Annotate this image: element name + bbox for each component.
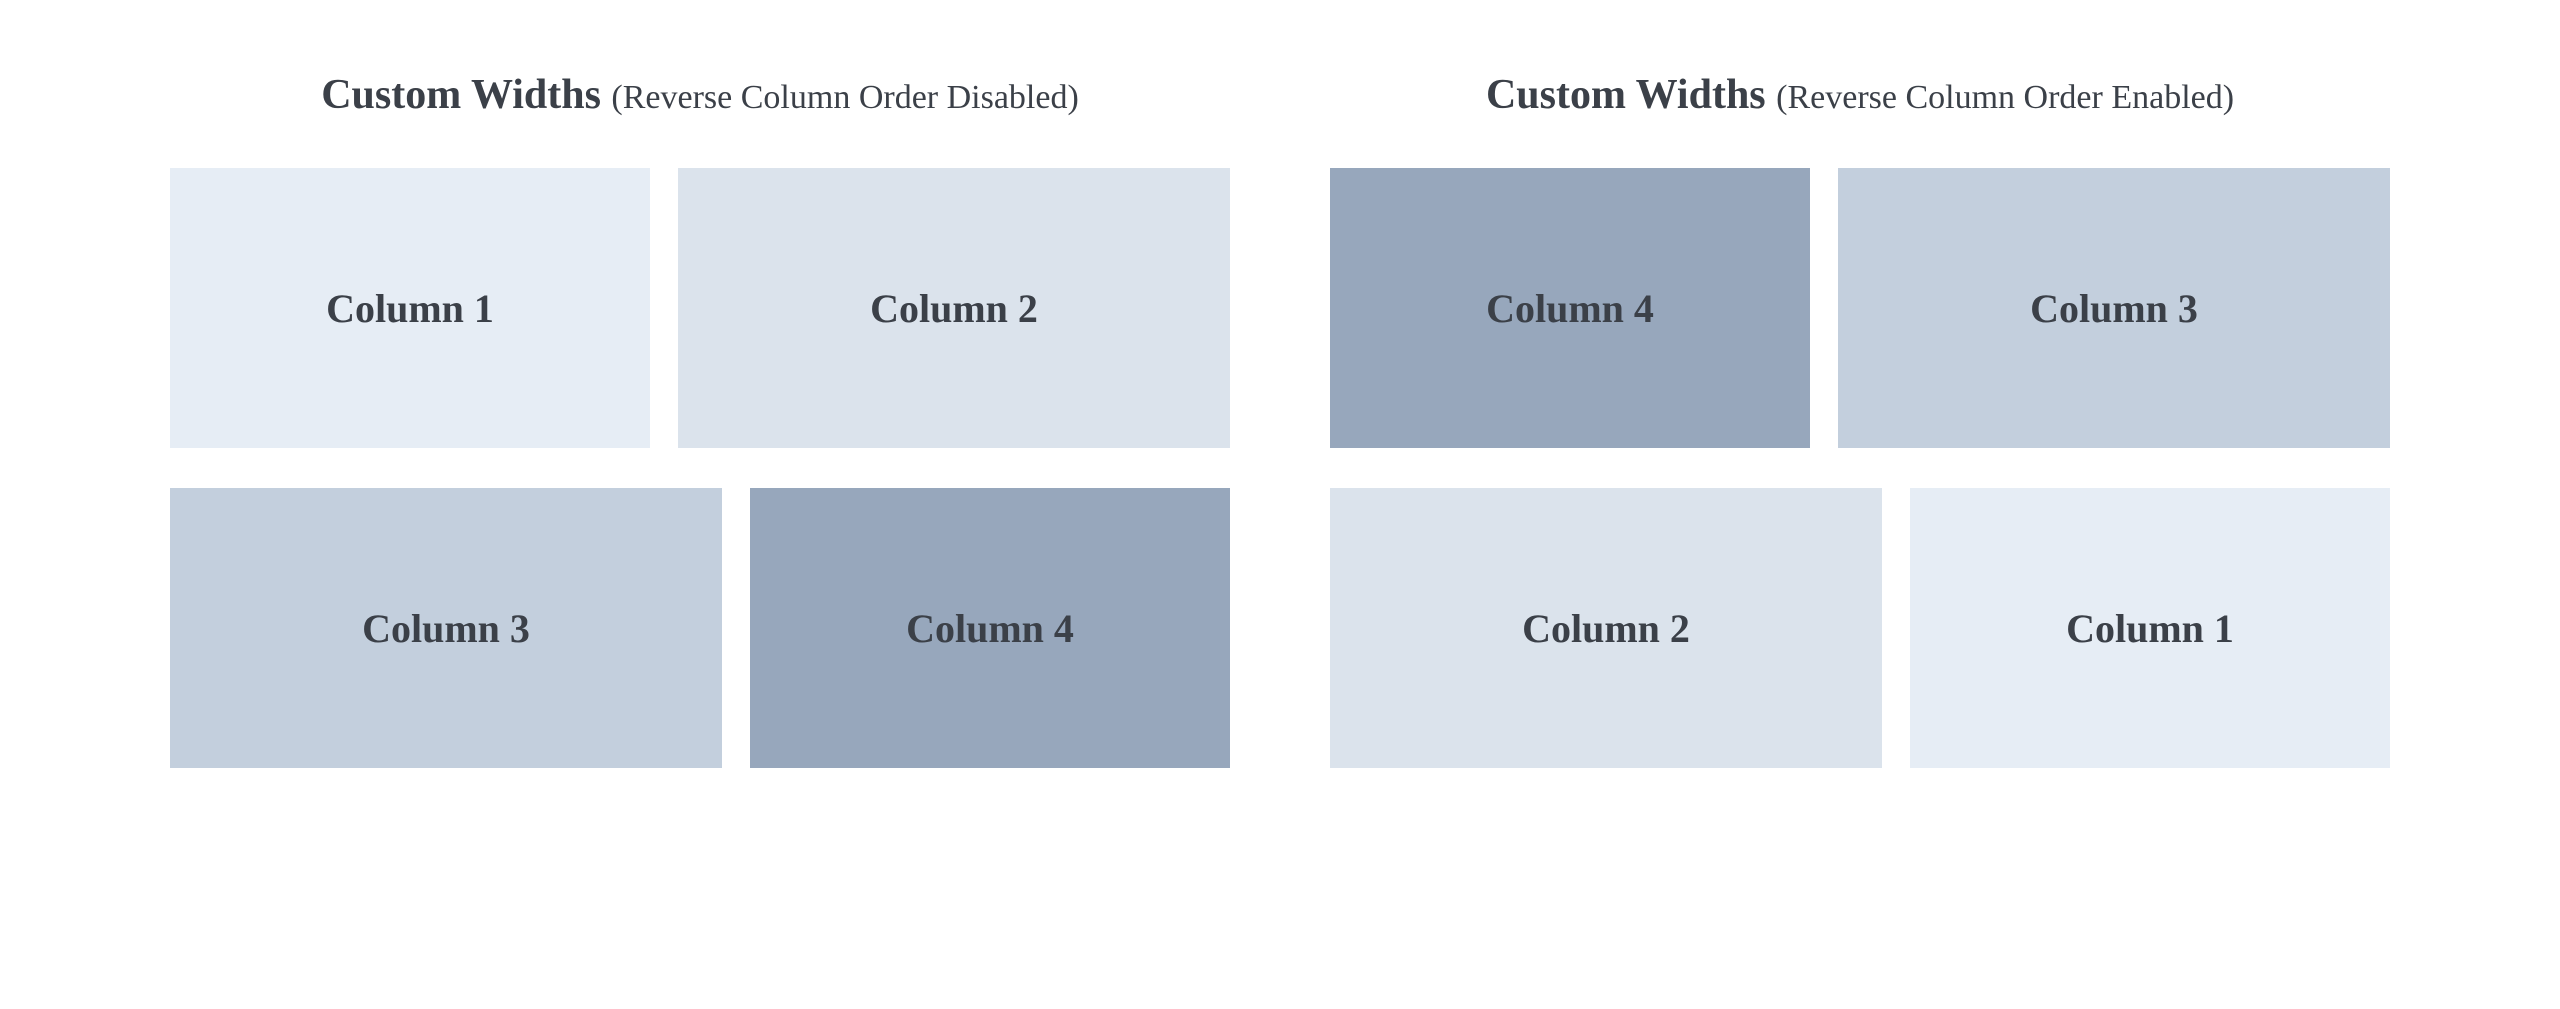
column-box-4: Column 4 (1330, 168, 1810, 448)
column-label: Column 2 (1522, 605, 1690, 652)
diagram-root: Custom Widths (Reverse Column Order Disa… (0, 0, 2560, 768)
column-label: Column 4 (1486, 285, 1654, 332)
panel-reverse-disabled: Custom Widths (Reverse Column Order Disa… (170, 70, 1230, 768)
panel-reverse-enabled: Custom Widths (Reverse Column Order Enab… (1330, 70, 2390, 768)
title-main: Custom Widths (321, 72, 601, 118)
column-box-2: Column 2 (678, 168, 1230, 448)
column-box-1: Column 1 (170, 168, 650, 448)
grid-row: Column 1 Column 2 (170, 168, 1230, 448)
column-label: Column 1 (2066, 605, 2234, 652)
column-label: Column 2 (870, 285, 1038, 332)
grid-row: Column 2 Column 1 (1330, 488, 2390, 768)
grid-enabled: Column 4 Column 3 Column 2 Column 1 (1330, 168, 2390, 768)
column-box-1: Column 1 (1910, 488, 2390, 768)
column-label: Column 3 (362, 605, 530, 652)
column-label: Column 1 (326, 285, 494, 332)
column-box-3: Column 3 (170, 488, 722, 768)
column-box-3: Column 3 (1838, 168, 2390, 448)
grid-row: Column 4 Column 3 (1330, 168, 2390, 448)
column-label: Column 4 (906, 605, 1074, 652)
panel-title-disabled: Custom Widths (Reverse Column Order Disa… (321, 70, 1079, 120)
column-box-2: Column 2 (1330, 488, 1882, 768)
grid-disabled: Column 1 Column 2 Column 3 Column 4 (170, 168, 1230, 768)
title-sub: (Reverse Column Order Disabled) (611, 79, 1078, 116)
panel-title-enabled: Custom Widths (Reverse Column Order Enab… (1486, 70, 2234, 120)
column-box-4: Column 4 (750, 488, 1230, 768)
column-label: Column 3 (2030, 285, 2198, 332)
title-main: Custom Widths (1486, 72, 1766, 118)
grid-row: Column 3 Column 4 (170, 488, 1230, 768)
title-sub: (Reverse Column Order Enabled) (1776, 79, 2234, 116)
